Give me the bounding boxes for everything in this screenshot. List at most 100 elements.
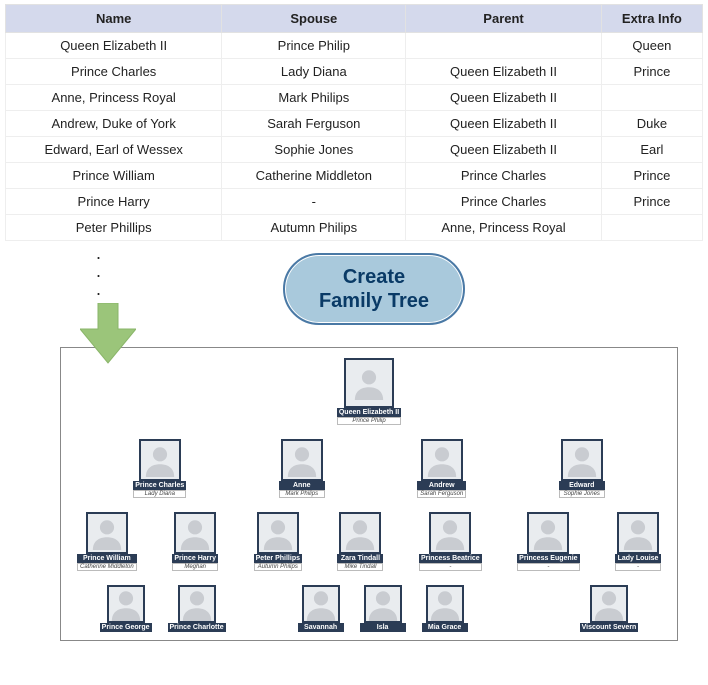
person-photo <box>139 439 181 481</box>
table-cell: Queen Elizabeth II <box>406 111 602 137</box>
table-row: Queen Elizabeth IIPrince Philip Queen <box>6 33 703 59</box>
person-name: Viscount Severn <box>580 623 639 632</box>
table-cell: Queen Elizabeth II <box>406 137 602 163</box>
person-photo <box>178 585 216 623</box>
family-tree-output: Queen Elizabeth IIPrince Philip Prince Ch… <box>60 347 678 641</box>
table-cell <box>406 33 602 59</box>
person-spouse: Mike Tindall <box>337 563 383 571</box>
person-spouse: Mark Philips <box>279 490 325 498</box>
table-row: Prince Harry-Prince CharlesPrince <box>6 189 703 215</box>
person-photo <box>107 585 145 623</box>
table-cell <box>601 215 702 241</box>
table-cell: Prince Charles <box>6 59 222 85</box>
person-name: Prince George <box>100 623 152 632</box>
table-cell: Prince Philip <box>222 33 406 59</box>
tree-node: Prince CharlesLady Diana <box>133 439 186 498</box>
col-name: Name <box>6 5 222 33</box>
cta-line1: Create <box>343 266 405 288</box>
tree-node: Prince HarryMeghan <box>172 512 218 571</box>
person-photo <box>421 439 463 481</box>
table-row: Anne, Princess RoyalMark PhilipsQueen El… <box>6 85 703 111</box>
tree-node: Savannah <box>298 585 344 632</box>
person-name: Queen Elizabeth II <box>337 408 401 417</box>
tree-node: Prince George <box>100 585 152 632</box>
person-photo <box>281 439 323 481</box>
person-photo <box>617 512 659 554</box>
table-cell: Peter Phillips <box>6 215 222 241</box>
person-spouse: - <box>517 563 579 571</box>
tree-node: Mia Grace <box>422 585 468 632</box>
create-family-tree-button[interactable]: Create Family Tree <box>283 253 465 325</box>
person-name: Anne <box>279 481 325 490</box>
table-cell: Prince Charles <box>406 163 602 189</box>
table-cell: Prince <box>601 59 702 85</box>
family-data-table: Name Spouse Parent Extra Info Queen Eliz… <box>5 4 703 241</box>
table-cell: Duke <box>601 111 702 137</box>
person-spouse: Sophie Jones <box>559 490 605 498</box>
person-name: Edward <box>559 481 605 490</box>
table-header-row: Name Spouse Parent Extra Info <box>6 5 703 33</box>
col-extra: Extra Info <box>601 5 702 33</box>
person-spouse: Autumn Philips <box>254 563 302 571</box>
person-name: Andrew <box>417 481 466 490</box>
table-cell: Sarah Ferguson <box>222 111 406 137</box>
table-row: Prince CharlesLady DianaQueen Elizabeth … <box>6 59 703 85</box>
person-name: Savannah <box>298 623 344 632</box>
person-photo <box>590 585 628 623</box>
tree-node: Lady Louise- <box>615 512 661 571</box>
person-photo <box>527 512 569 554</box>
person-name: Zara Tindall <box>337 554 383 563</box>
table-cell: Earl <box>601 137 702 163</box>
tree-node: Zara TindallMike Tindall <box>337 512 383 571</box>
table-cell: - <box>222 189 406 215</box>
tree-node: Prince WilliamCatherine Middleton <box>77 512 137 571</box>
person-name: Prince William <box>77 554 137 563</box>
table-cell: Prince William <box>6 163 222 189</box>
tree-node: EdwardSophie Jones <box>559 439 605 498</box>
table-row: Edward, Earl of WessexSophie JonesQueen … <box>6 137 703 163</box>
col-spouse: Spouse <box>222 5 406 33</box>
table-cell: Queen Elizabeth II <box>406 85 602 111</box>
person-spouse: Catherine Middleton <box>77 563 137 571</box>
person-name: Prince Harry <box>172 554 218 563</box>
person-photo <box>339 512 381 554</box>
person-photo <box>174 512 216 554</box>
person-spouse: Sarah Ferguson <box>417 490 466 498</box>
table-cell: Anne, Princess Royal <box>406 215 602 241</box>
tree-node: Prince Charlotte <box>168 585 226 632</box>
person-spouse: Lady Diana <box>133 490 186 498</box>
tree-node: Peter PhillipsAutumn Philips <box>254 512 302 571</box>
tree-node: Princess Beatrice- <box>419 512 482 571</box>
person-name: Princess Beatrice <box>419 554 482 563</box>
table-cell: Andrew, Duke of York <box>6 111 222 137</box>
table-cell: Catherine Middleton <box>222 163 406 189</box>
table-row: Andrew, Duke of YorkSarah FergusonQueen … <box>6 111 703 137</box>
table-cell: Queen <box>601 33 702 59</box>
table-cell: Prince <box>601 189 702 215</box>
person-name: Prince Charlotte <box>168 623 226 632</box>
person-spouse: Prince Philip <box>337 417 401 425</box>
person-name: Isla <box>360 623 406 632</box>
tree-node: Viscount Severn <box>580 585 639 632</box>
person-photo <box>257 512 299 554</box>
person-photo <box>426 585 464 623</box>
table-cell: Prince <box>601 163 702 189</box>
person-photo <box>344 358 394 408</box>
table-cell: Queen Elizabeth II <box>6 33 222 59</box>
table-cell: Edward, Earl of Wessex <box>6 137 222 163</box>
cta-line2: Family Tree <box>319 290 429 312</box>
table-cell: Lady Diana <box>222 59 406 85</box>
table-cell: Anne, Princess Royal <box>6 85 222 111</box>
table-cell <box>601 85 702 111</box>
person-photo <box>86 512 128 554</box>
ellipsis-icon: ... <box>96 247 101 301</box>
table-cell: Autumn Philips <box>222 215 406 241</box>
tree-node: Isla <box>360 585 406 632</box>
person-name: Prince Charles <box>133 481 186 490</box>
tree-node: AnneMark Philips <box>279 439 325 498</box>
person-photo <box>302 585 340 623</box>
col-parent: Parent <box>406 5 602 33</box>
table-cell: Mark Philips <box>222 85 406 111</box>
person-name: Lady Louise <box>615 554 661 563</box>
person-photo <box>429 512 471 554</box>
